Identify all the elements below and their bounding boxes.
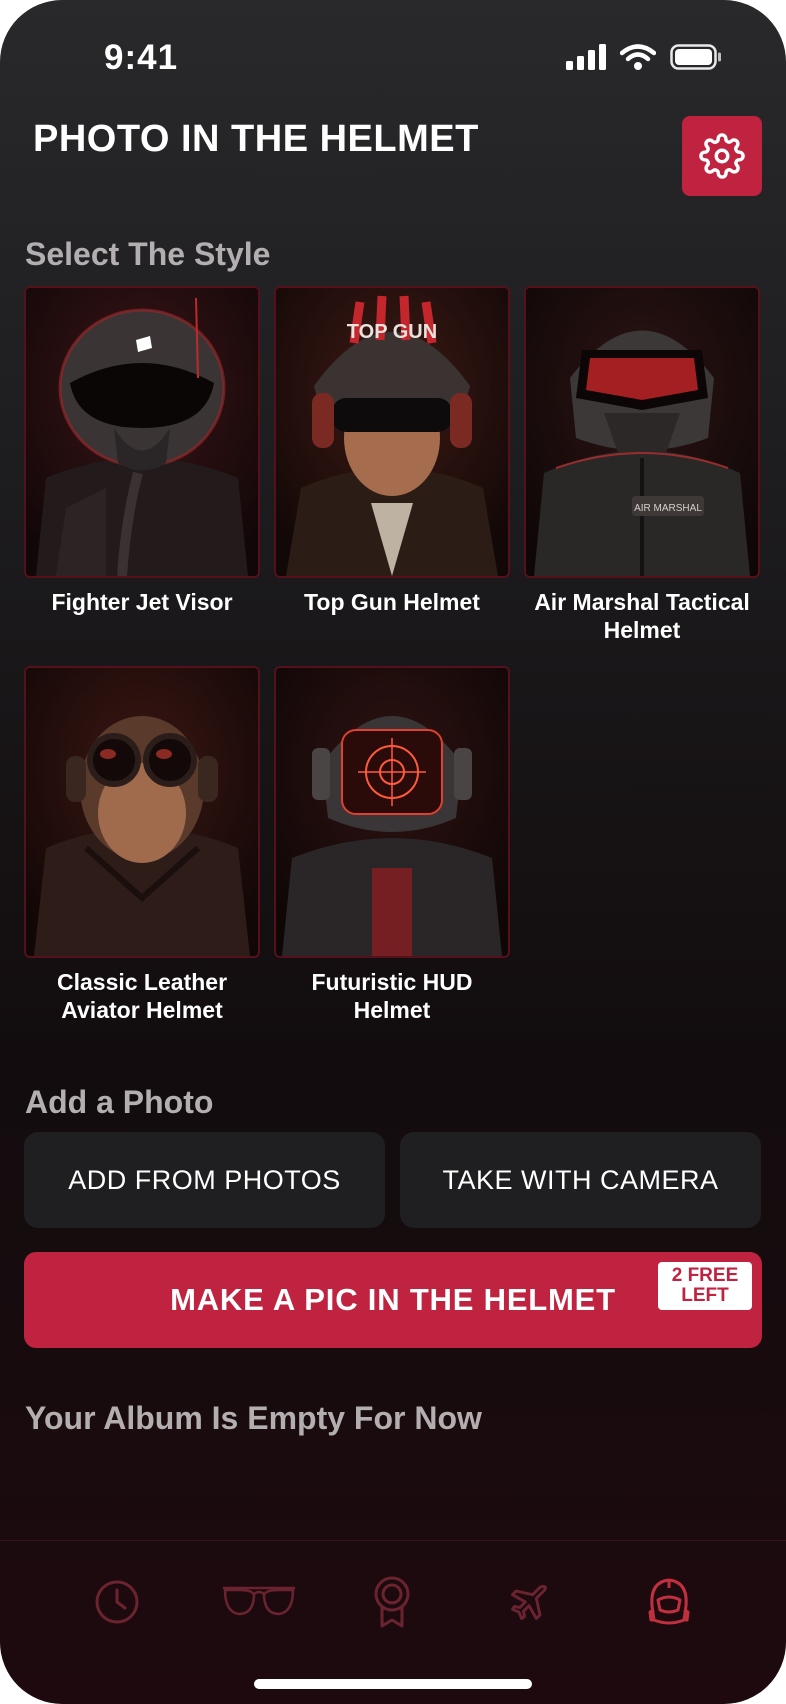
signal-icon [566,44,606,70]
clock-icon [95,1580,139,1624]
airplane-icon [511,1584,547,1620]
status-time: 9:41 [104,38,179,77]
tab-glasses[interactable] [219,1567,299,1637]
home-indicator [254,1679,532,1689]
album-empty-text: Your Album Is Empty For Now [25,1400,482,1436]
style-thumbnail [24,286,260,578]
helmet-icon [648,1578,690,1625]
helmet-text: TOP GUN [347,321,437,343]
add-from-photos-button[interactable]: ADD FROM PHOTOS [24,1132,385,1228]
make-pic-label: MAKE A PIC IN THE HELMET [170,1282,616,1317]
battery-icon [670,44,721,70]
app-screen: 9:41 PHOTO IN THE HELMET Select The Styl… [0,0,786,1704]
tab-medal[interactable] [357,1567,427,1637]
medal-icon [374,1576,410,1628]
tab-airplane[interactable] [494,1567,564,1637]
style-thumbnail: AIR MARSHAL [524,286,760,578]
patch-text: AIR MARSHAL [634,503,702,514]
style-card-label: Classic Leather Aviator Helmet [56,969,228,1023]
tab-helmet[interactable] [634,1567,704,1637]
free-left-badge: 2 FREE LEFT [658,1262,752,1310]
badge-line-1: 2 FREE [671,1265,739,1286]
style-card-top-gun-helmet[interactable]: TOP GUN Top Gun Helmet [274,286,510,616]
badge-line-2: LEFT [681,1285,729,1306]
style-thumbnail [274,666,510,958]
select-style-heading: Select The Style [25,236,271,272]
take-with-camera-button[interactable]: TAKE WITH CAMERA [400,1132,761,1228]
style-card-label: Futuristic HUD Helmet [311,969,473,1023]
status-bar: 9:41 [0,0,786,110]
page-title: PHOTO IN THE HELMET [33,118,479,160]
make-pic-button[interactable]: MAKE A PIC IN THE HELMET 2 FREE LEFT [24,1252,762,1348]
wifi-icon [620,44,656,70]
style-thumbnail [24,666,260,958]
style-card-label: Air Marshal Tactical Helmet [534,589,750,643]
tab-history[interactable] [82,1567,152,1637]
gear-icon [699,133,745,179]
add-photo-heading: Add a Photo [25,1084,214,1120]
status-icons [566,44,722,70]
style-card-futuristic-hud-helmet[interactable]: Futuristic HUD Helmet [274,666,510,1024]
aviator-glasses-icon [223,1586,295,1616]
style-card-fighter-jet-visor[interactable]: Fighter Jet Visor [24,286,260,616]
style-card-air-marshal-tactical-helmet[interactable]: AIR MARSHAL Air Marshal Tactical Helmet [524,286,760,644]
style-card-label: Top Gun Helmet [304,589,480,615]
style-card-label: Fighter Jet Visor [51,589,233,615]
style-thumbnail: TOP GUN [274,286,510,578]
settings-button[interactable] [682,116,762,196]
style-card-classic-leather-aviator-helmet[interactable]: Classic Leather Aviator Helmet [24,666,260,1024]
